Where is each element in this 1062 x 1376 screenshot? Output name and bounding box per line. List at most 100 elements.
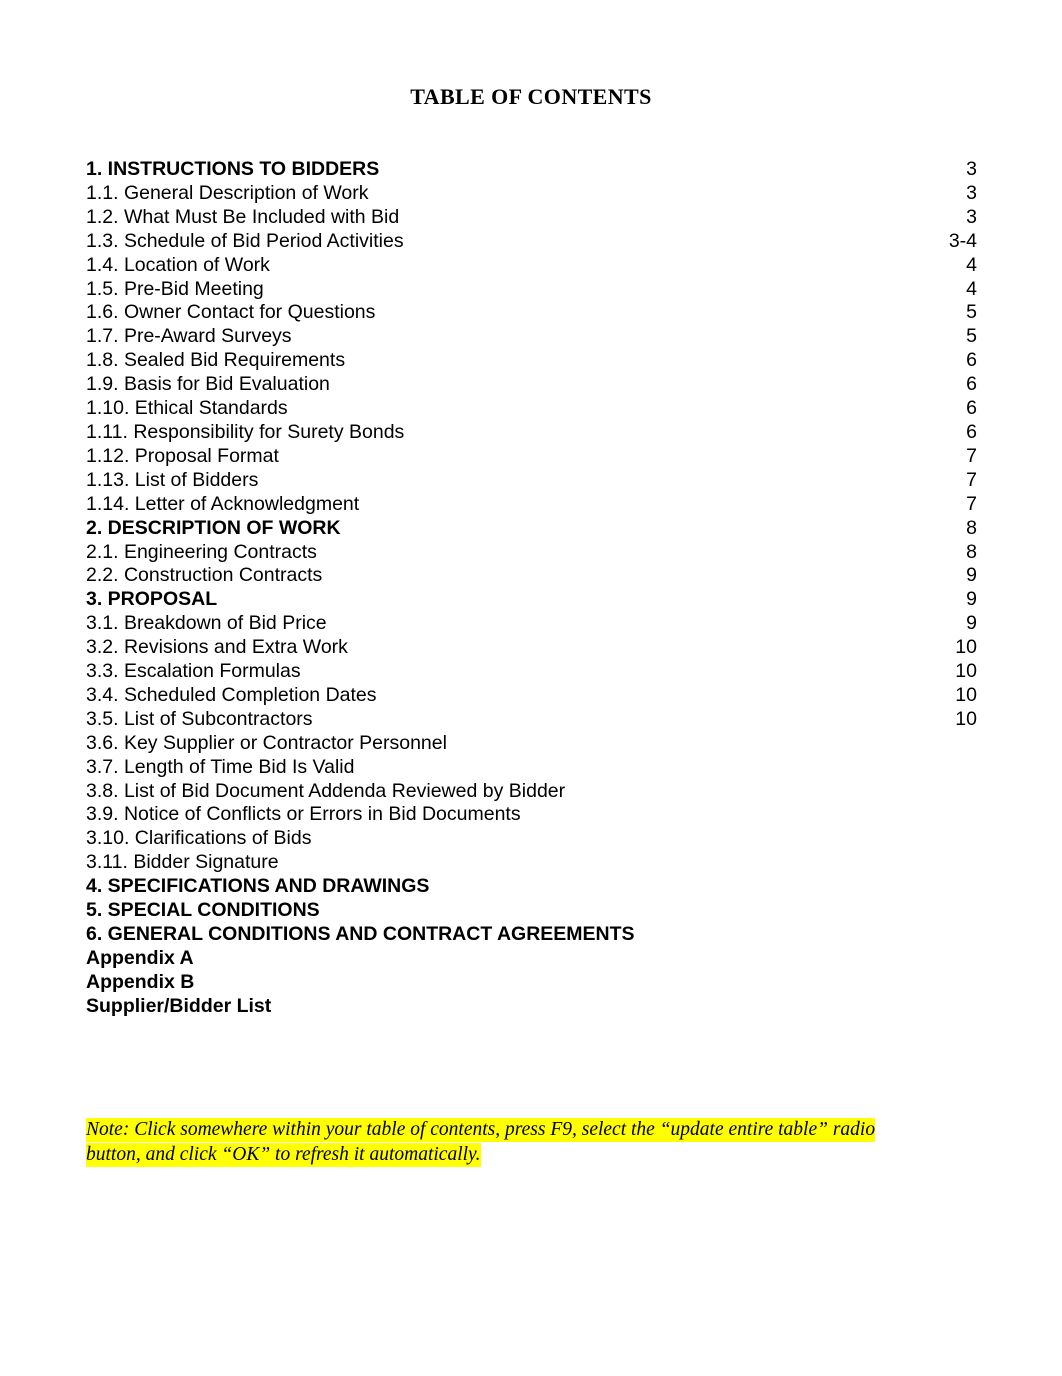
table-of-contents: 1. INSTRUCTIONS TO BIDDERS 3 1.1. General …: [86, 158, 977, 1019]
toc-entry-label: 1.2. What Must Be Included with Bid: [86, 205, 400, 228]
toc-entry[interactable]: 1. INSTRUCTIONS TO BIDDERS 3: [86, 158, 977, 182]
toc-entry[interactable]: 1.8. Sealed Bid Requirements 6: [86, 349, 977, 373]
toc-entry-label: 2.1. Engineering Contracts: [86, 540, 317, 563]
note-callout: Note: Click somewhere within your table …: [86, 1118, 966, 1167]
toc-entry-label: 1.1. General Description of Work: [86, 181, 369, 204]
document-page: TABLE OF CONTENTS 1. INSTRUCTIONS TO BID…: [0, 0, 1062, 1376]
toc-entry-label: 3. PROPOSAL: [86, 588, 218, 611]
toc-entry-label: 1. INSTRUCTIONS TO BIDDERS: [86, 158, 380, 180]
toc-entry[interactable]: 3.6. Key Supplier or Contractor Personne…: [86, 732, 977, 756]
toc-entry-label: 6. GENERAL CONDITIONS AND CONTRACT AGREE…: [86, 923, 635, 945]
toc-entry[interactable]: 1.1. General Description of Work 3: [86, 182, 977, 206]
toc-entry-label: Supplier/Bidder List: [86, 994, 272, 1017]
toc-entry-label: 1.12. Proposal Format: [86, 444, 279, 467]
toc-entry-page-number: 5: [966, 325, 977, 348]
toc-entry[interactable]: 3.2. Revisions and Extra Work 10: [86, 636, 977, 660]
toc-entry-page-number: 4: [966, 277, 977, 300]
toc-entry-label: Appendix B: [86, 970, 195, 993]
toc-entry-label: 1.9. Basis for Bid Evaluation: [86, 373, 330, 396]
note-line-2: button, and click “OK” to refresh it aut…: [86, 1142, 481, 1167]
toc-entry-page-number: 10: [955, 660, 977, 683]
toc-entry-label: Appendix A: [86, 946, 194, 969]
toc-entry-label: 1.6. Owner Contact for Questions: [86, 301, 376, 324]
toc-entry-page-number: 6: [966, 373, 977, 396]
toc-entry[interactable]: 3.4. Scheduled Completion Dates 10: [86, 684, 977, 708]
toc-entry[interactable]: 3.3. Escalation Formulas 10: [86, 660, 977, 684]
toc-entry[interactable]: 2. DESCRIPTION OF WORK 8: [86, 517, 977, 541]
toc-entry-page-number: 7: [966, 492, 977, 515]
toc-entry-page-number: 7: [966, 444, 977, 467]
toc-entry-label: 2. DESCRIPTION OF WORK: [86, 516, 341, 539]
toc-entry-page-number: 8: [966, 540, 977, 563]
toc-entry-page-number: 10: [955, 683, 977, 706]
toc-entry-label: 3.4. Scheduled Completion Dates: [86, 683, 377, 706]
toc-entry-page-number: 9: [966, 588, 977, 611]
toc-entry-page-number: 3: [966, 205, 977, 228]
toc-entry[interactable]: 3.1. Breakdown of Bid Price 9: [86, 612, 977, 636]
toc-entry-label: 3.2. Revisions and Extra Work: [86, 636, 348, 659]
toc-entry[interactable]: 3.11. Bidder Signature: [86, 851, 977, 875]
toc-entry-page-number: 5: [966, 301, 977, 324]
toc-entry[interactable]: 1.7. Pre-Award Surveys 5: [86, 325, 977, 349]
toc-entry-page-number: 6: [966, 420, 977, 443]
toc-entry[interactable]: 1.13. List of Bidders 7: [86, 469, 977, 493]
toc-entry-label: 3.1. Breakdown of Bid Price: [86, 612, 327, 635]
toc-entry[interactable]: 3.7. Length of Time Bid Is Valid: [86, 756, 977, 780]
toc-entry[interactable]: 1.5. Pre-Bid Meeting 4: [86, 278, 977, 302]
toc-entry-label: 1.5. Pre-Bid Meeting: [86, 277, 264, 300]
toc-entry-page-number: 9: [966, 612, 977, 635]
toc-entry-page-number: 8: [966, 516, 977, 539]
toc-entry-label: 4. SPECIFICATIONS AND DRAWINGS: [86, 875, 430, 898]
toc-entry-label: 3.11. Bidder Signature: [86, 851, 279, 874]
toc-entry[interactable]: 2.2. Construction Contracts 9: [86, 564, 977, 588]
toc-entry-page-number: 9: [966, 564, 977, 587]
toc-entry-label: 1.4. Location of Work: [86, 253, 270, 276]
toc-entry-label: 2.2. Construction Contracts: [86, 564, 323, 587]
toc-entry[interactable]: 3.9. Notice of Conflicts or Errors in Bi…: [86, 803, 977, 827]
page-title: TABLE OF CONTENTS: [410, 84, 652, 109]
toc-entry[interactable]: Supplier/Bidder List: [86, 995, 977, 1019]
toc-entry[interactable]: 1.12. Proposal Format 7: [86, 445, 977, 469]
toc-entry-label: 3.9. Notice of Conflicts or Errors in Bi…: [86, 803, 521, 826]
toc-entry[interactable]: 4. SPECIFICATIONS AND DRAWINGS: [86, 875, 977, 899]
toc-entry[interactable]: 3. PROPOSAL 9: [86, 588, 977, 612]
toc-entry-label: 3.5. List of Subcontractors: [86, 707, 313, 730]
toc-entry-label: 1.8. Sealed Bid Requirements: [86, 349, 346, 372]
toc-entry[interactable]: 1.14. Letter of Acknowledgment 7: [86, 493, 977, 517]
toc-entry-label: 3.10. Clarifications of Bids: [86, 827, 312, 850]
toc-entry[interactable]: 1.4. Location of Work 4: [86, 254, 977, 278]
toc-entry-label: 5. SPECIAL CONDITIONS: [86, 899, 320, 922]
toc-entry-label: 1.10. Ethical Standards: [86, 397, 288, 420]
toc-entry[interactable]: 3.8. List of Bid Document Addenda Review…: [86, 780, 977, 804]
toc-entry[interactable]: 3.5. List of Subcontractors 10: [86, 708, 977, 732]
toc-entry-label: 1.7. Pre-Award Surveys: [86, 325, 292, 348]
toc-entry[interactable]: Appendix A: [86, 947, 977, 971]
toc-entry[interactable]: 2.1. Engineering Contracts 8: [86, 541, 977, 565]
toc-entry[interactable]: 1.2. What Must Be Included with Bid 3: [86, 206, 977, 230]
toc-entry-label: 3.8. List of Bid Document Addenda Review…: [86, 779, 566, 802]
toc-entry[interactable]: 1.11. Responsibility for Surety Bonds 6: [86, 421, 977, 445]
toc-entry-page-number: 7: [966, 468, 977, 491]
toc-entry-page-number: 6: [966, 397, 977, 420]
toc-entry-label: 1.14. Letter of Acknowledgment: [86, 492, 360, 515]
toc-entry-page-number: 3-4: [948, 229, 977, 252]
note-line-1: Note: Click somewhere within your table …: [86, 1118, 876, 1142]
toc-entry-label: 3.6. Key Supplier or Contractor Personne…: [86, 731, 447, 754]
toc-entry-label: 3.7. Length of Time Bid Is Valid: [86, 755, 355, 778]
toc-entry-label: 1.3. Schedule of Bid Period Activities: [86, 229, 404, 252]
toc-entry[interactable]: 6. GENERAL CONDITIONS AND CONTRACT AGREE…: [86, 923, 977, 947]
toc-entry[interactable]: 5. SPECIAL CONDITIONS: [86, 899, 977, 923]
toc-entry-label: 1.13. List of Bidders: [86, 468, 259, 491]
toc-entry-page-number: 3: [966, 158, 977, 180]
toc-entry[interactable]: Appendix B: [86, 971, 977, 995]
toc-entry[interactable]: 1.3. Schedule of Bid Period Activities 3-…: [86, 230, 977, 254]
toc-entry[interactable]: 3.10. Clarifications of Bids: [86, 827, 977, 851]
toc-entry-page-number: 10: [955, 636, 977, 659]
toc-entry-label: 3.3. Escalation Formulas: [86, 660, 301, 683]
toc-entry-label: 1.11. Responsibility for Surety Bonds: [86, 420, 405, 443]
toc-entry-page-number: 6: [966, 349, 977, 372]
toc-entry[interactable]: 1.9. Basis for Bid Evaluation 6: [86, 373, 977, 397]
toc-entry-page-number: 3: [966, 181, 977, 204]
toc-entry[interactable]: 1.10. Ethical Standards 6: [86, 397, 977, 421]
toc-entry[interactable]: 1.6. Owner Contact for Questions 5: [86, 301, 977, 325]
